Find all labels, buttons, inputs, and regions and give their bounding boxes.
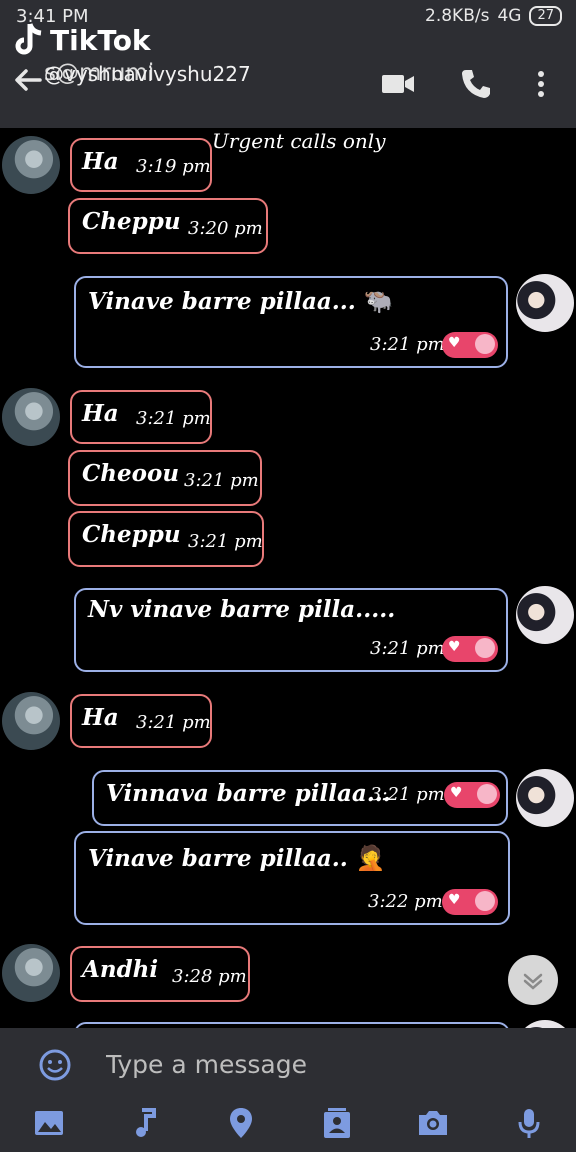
message-text: Cheoou [82, 460, 180, 487]
composer-bar [0, 1028, 576, 1152]
mic-icon[interactable] [512, 1106, 546, 1140]
outgoing-message[interactable]: Vinave barre pillaa.. 🤦 3:22 pm ♥ [74, 831, 510, 925]
message-text: Cheppu [82, 521, 181, 548]
my-avatar[interactable] [516, 586, 574, 644]
contact-avatar[interactable] [2, 136, 60, 194]
scroll-down-button[interactable] [508, 955, 558, 1005]
message-time: 3:19 pm [136, 156, 211, 177]
my-avatar[interactable] [516, 1020, 574, 1028]
camera-icon[interactable] [416, 1106, 450, 1140]
tiktok-logo-icon [15, 23, 42, 55]
message-time: 3:21 pm [370, 638, 445, 659]
message-time: 3:21 pm [136, 408, 211, 429]
video-caption: Urgent calls only [212, 129, 386, 153]
message-text: Vinave barre pillaa.. 🤦 [88, 843, 386, 872]
outgoing-message[interactable]: Vinave barre pillaa... 🐃 3:21 pm ♥ [74, 276, 508, 368]
contact-icon[interactable] [320, 1106, 354, 1140]
network-speed: 2.8KB/s [425, 6, 490, 26]
chevron-down-icon [523, 973, 543, 990]
incoming-message[interactable]: Andhi 3:28 pm [70, 946, 250, 1002]
incoming-message[interactable]: Cheppu 3:20 pm [68, 198, 268, 254]
message-time: 3:20 pm [188, 218, 263, 239]
tiktok-name: TikTok [50, 23, 151, 57]
video-call-icon[interactable] [380, 66, 416, 102]
composer-row [0, 1028, 576, 1098]
message-text: Ha [82, 400, 119, 427]
message-list[interactable]: Urgent calls only Ha 3:19 pm Cheppu 3:20… [0, 128, 576, 1028]
buffalo-emoji: 🐃 [363, 286, 394, 315]
facepalm-emoji: 🤦 [355, 843, 386, 872]
read-receipt-icon: ♥ [444, 782, 500, 808]
message-text: Nv vinave barre pilla..... [88, 596, 396, 623]
signal-strength: 4G [497, 6, 522, 26]
incoming-message[interactable]: Cheoou 3:21 pm [68, 450, 262, 506]
incoming-message[interactable]: Cheppu 3:21 pm [68, 511, 264, 567]
message-time: 3:21 pm [136, 712, 211, 733]
battery-level: 27 [529, 6, 562, 26]
outgoing-message[interactable]: Nv vinave barre pilla..... 3:21 pm ♥ [74, 588, 508, 672]
attachment-toolbar [0, 1102, 576, 1152]
incoming-message[interactable]: Ha 3:19 pm [70, 138, 212, 192]
status-indicators: 2.8KB/s 4G 27 [425, 6, 562, 26]
contact-avatar[interactable] [2, 944, 60, 1002]
phone-icon[interactable] [458, 66, 494, 102]
location-icon[interactable] [224, 1106, 258, 1140]
emoji-icon[interactable] [38, 1048, 72, 1082]
tiktok-watermark: TikTok [14, 22, 151, 58]
contact-avatar[interactable] [2, 388, 60, 446]
tiktok-username: @vyshnavivyshu227 [44, 62, 251, 86]
read-receipt-icon: ♥ [442, 332, 498, 358]
outgoing-message[interactable]: Vinnava barre pillaa... 3:21 pm ♥ [92, 770, 508, 826]
incoming-message[interactable]: Ha 3:21 pm [70, 694, 212, 748]
contact-avatar[interactable] [2, 692, 60, 750]
chat-header: TikTok s@mrumi @vyshnavivyshu227 [0, 23, 576, 128]
message-time: 3:21 pm [184, 470, 259, 491]
message-time: 3:22 pm [368, 891, 443, 912]
message-text: Vinnava barre pillaa... [106, 780, 391, 807]
incoming-message[interactable]: Ha 3:21 pm [70, 390, 212, 444]
message-text: Andhi [82, 956, 159, 983]
image-icon[interactable] [32, 1106, 66, 1140]
message-text: Ha [82, 148, 119, 175]
more-icon[interactable] [526, 66, 556, 102]
read-receipt-icon: ♥ [442, 889, 498, 915]
music-icon[interactable] [128, 1106, 162, 1140]
read-receipt-icon: ♥ [442, 636, 498, 662]
message-time: 3:21 pm [188, 531, 263, 552]
message-time: 3:21 pm [370, 784, 445, 805]
message-time: 3:28 pm [172, 966, 247, 987]
message-time: 3:21 pm [370, 334, 445, 355]
my-avatar[interactable] [516, 769, 574, 827]
message-text: Vinave barre pillaa... 🐃 [88, 286, 394, 315]
message-text: Cheppu [82, 208, 181, 235]
message-text: Ha [82, 704, 119, 731]
message-input[interactable] [106, 1046, 526, 1082]
my-avatar[interactable] [516, 274, 574, 332]
back-arrow-icon[interactable] [10, 62, 46, 98]
